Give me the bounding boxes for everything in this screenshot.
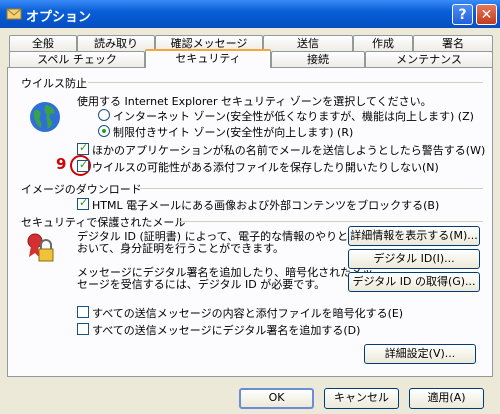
digital-sign-desc-line2: セージを受信するには、デジタル ID が必要です。: [77, 278, 326, 291]
tab-send[interactable]: 送信: [263, 35, 353, 52]
get-digital-id-button[interactable]: デジタル ID の取得(G)...: [348, 272, 480, 292]
tab-maintenance[interactable]: メンテナンス: [365, 51, 493, 68]
cancel-button[interactable]: キャンセル: [324, 388, 399, 409]
warn-apps-label[interactable]: ほかのアプリケーションが私の名前でメールを送信しようとしたら警告する(W): [92, 142, 485, 158]
help-button[interactable]: ?: [452, 4, 473, 25]
certificate-lock-icon: [27, 233, 54, 262]
encrypt-all-label[interactable]: すべての送信メッセージの内容と添付ファイルを暗号化する(E): [92, 305, 403, 321]
block-attachments-label[interactable]: ウイルスの可能性がある添付ファイルを保存したり開いたりしない(N): [92, 159, 439, 175]
restricted-zone-label[interactable]: 制限付きサイト ゾーン(安全性が向上します) (R): [113, 124, 353, 140]
divider: [140, 188, 483, 189]
window-title: オプション: [26, 10, 92, 25]
close-button[interactable]: ✕: [476, 4, 497, 25]
apply-button[interactable]: 適用(A): [409, 388, 484, 409]
block-images-checkbox[interactable]: [77, 196, 89, 210]
show-details-button[interactable]: 詳細情報を表示する(M)...: [348, 226, 480, 246]
tab-general[interactable]: 全般: [9, 35, 77, 52]
divider: [178, 221, 483, 222]
block-attachments-checkbox[interactable]: [77, 158, 89, 172]
warn-apps-checkbox[interactable]: [77, 141, 89, 155]
options-dialog: オプション ? ✕ 全般 読み取り 確認メッセージ 送信 作成 署名 スペル チ…: [0, 0, 500, 414]
sign-all-checkbox[interactable]: [77, 323, 89, 335]
annotation-number: 9: [56, 155, 67, 173]
divider: [88, 82, 483, 83]
internet-zone-label[interactable]: インターネット ゾーン(安全性が低くなりますが、機能は向上します) (Z): [113, 108, 474, 124]
sign-all-label[interactable]: すべての送信メッセージにデジタル署名を追加する(D): [92, 322, 360, 338]
ok-button[interactable]: OK: [239, 388, 314, 409]
tab-security[interactable]: セキュリティ: [145, 49, 271, 68]
block-images-label[interactable]: HTML 電子メールにある画像および外部コンテンツをブロックする(B): [92, 197, 439, 213]
title-bar[interactable]: オプション ? ✕: [0, 0, 500, 28]
globe-icon: [30, 102, 60, 132]
virus-heading: ウイルス防止: [21, 77, 87, 90]
zone-instruction: 使用する Internet Explorer セキュリティ ゾーンを選択してくだ…: [77, 95, 432, 108]
encrypt-all-checkbox[interactable]: [77, 306, 89, 318]
options-icon: [6, 8, 22, 20]
advanced-settings-button[interactable]: 詳細設定(V)...: [364, 344, 476, 364]
images-heading: イメージのダウンロード: [21, 183, 142, 196]
tab-connection[interactable]: 接続: [271, 51, 365, 68]
tab-compose[interactable]: 作成: [353, 35, 413, 52]
internet-zone-radio[interactable]: [98, 109, 110, 121]
tab-signatures[interactable]: 署名: [413, 35, 493, 52]
digital-id-desc-line2: おいて、身分証明を行うことができます。: [77, 242, 285, 255]
restricted-zone-radio[interactable]: [98, 125, 110, 137]
tab-read[interactable]: 読み取り: [77, 35, 155, 52]
tab-spelling[interactable]: スペル チェック: [9, 51, 145, 68]
